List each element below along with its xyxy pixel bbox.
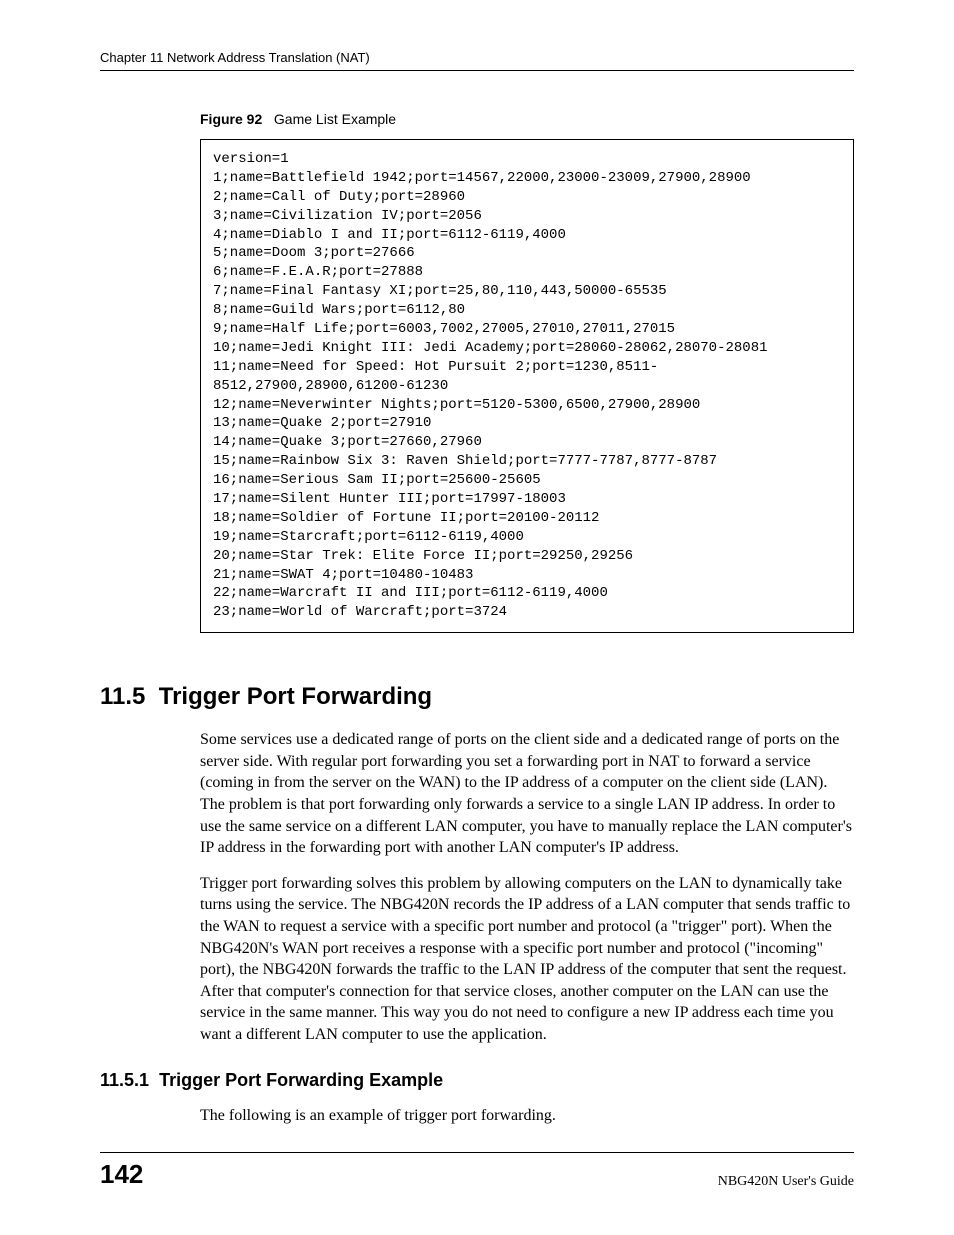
- subsection-paragraph-1: The following is an example of trigger p…: [200, 1105, 854, 1127]
- running-header: Chapter 11 Network Address Translation (…: [100, 50, 854, 71]
- section-paragraph-1: Some services use a dedicated range of p…: [200, 729, 854, 859]
- section-paragraph-2: Trigger port forwarding solves this prob…: [200, 873, 854, 1046]
- figure-caption: Figure 92 Game List Example: [200, 111, 854, 127]
- section-title: Trigger Port Forwarding: [159, 683, 432, 710]
- page-container: Chapter 11 Network Address Translation (…: [0, 0, 954, 1235]
- figure-title: Game List Example: [274, 111, 396, 127]
- subsection-heading: 11.5.1 Trigger Port Forwarding Example: [100, 1070, 854, 1091]
- page-footer: 142 NBG420N User's Guide: [100, 1152, 854, 1190]
- subsection-number: 11.5.1: [100, 1070, 149, 1090]
- page-number: 142: [100, 1159, 143, 1190]
- guide-name: NBG420N User's Guide: [718, 1174, 854, 1190]
- section-heading: 11.5 Trigger Port Forwarding: [100, 683, 854, 711]
- section-number: 11.5: [100, 683, 145, 710]
- code-block: version=1 1;name=Battlefield 1942;port=1…: [200, 139, 854, 633]
- subsection-title: Trigger Port Forwarding Example: [159, 1070, 443, 1090]
- figure-label: Figure 92: [200, 111, 262, 127]
